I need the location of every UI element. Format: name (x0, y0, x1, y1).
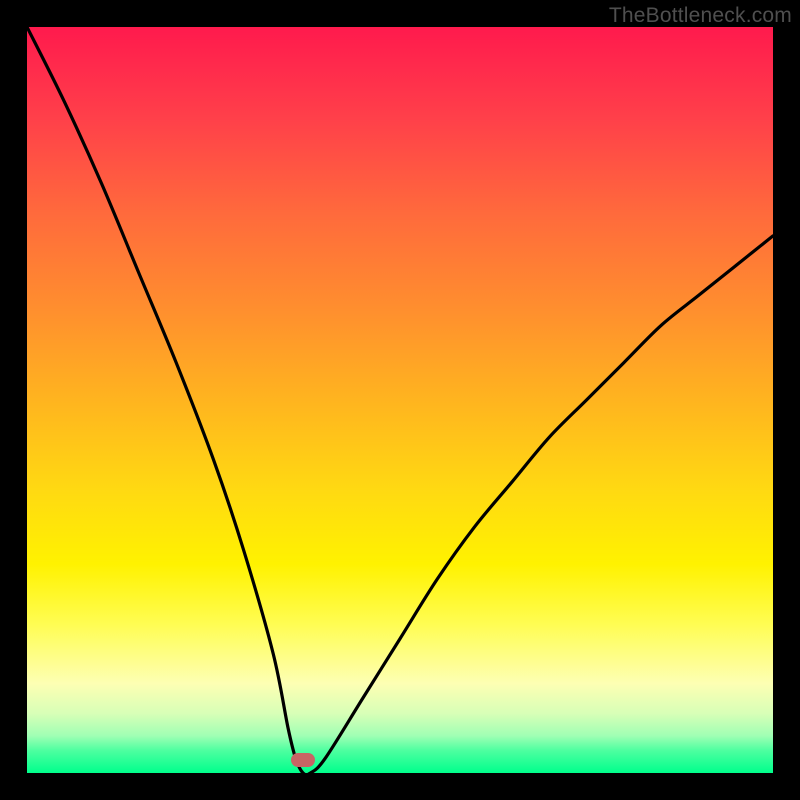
bottleneck-curve (27, 27, 773, 773)
watermark-text: TheBottleneck.com (609, 4, 792, 28)
optimal-marker (291, 753, 315, 767)
chart-frame: TheBottleneck.com (0, 0, 800, 800)
plot-area (27, 27, 773, 773)
